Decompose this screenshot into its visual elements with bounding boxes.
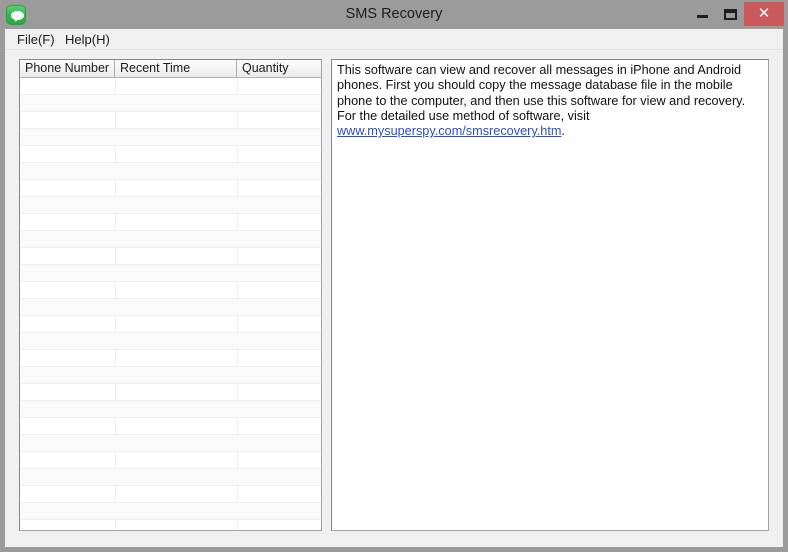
minimize-button[interactable] (688, 2, 716, 26)
client-area: File(F) Help(H) Phone Number Recent Time… (5, 29, 783, 547)
table-row[interactable] (20, 231, 321, 248)
minimize-icon (697, 15, 708, 18)
table-row[interactable] (20, 265, 321, 282)
table-row[interactable] (20, 78, 321, 95)
column-header-quantity[interactable]: Quantity (237, 60, 321, 77)
table-row[interactable] (20, 95, 321, 112)
info-panel: This software can view and recover all m… (331, 59, 769, 531)
table-row[interactable] (20, 418, 321, 435)
window-title: SMS Recovery (345, 6, 443, 22)
title-bar: SMS Recovery ✕ (0, 0, 788, 29)
table-row[interactable] (20, 316, 321, 333)
column-header-recent-time[interactable]: Recent Time (115, 60, 237, 77)
info-text-after-link: . (561, 124, 565, 139)
table-row[interactable] (20, 299, 321, 316)
list-header-row: Phone Number Recent Time Quantity (20, 60, 321, 78)
info-text-before-link: This software can view and recover all m… (337, 63, 746, 123)
table-row[interactable] (20, 163, 321, 180)
column-header-phone-number[interactable]: Phone Number (20, 60, 115, 77)
table-row[interactable] (20, 214, 321, 231)
table-row[interactable] (20, 486, 321, 503)
menu-bar: File(F) Help(H) (5, 29, 783, 50)
table-row[interactable] (20, 197, 321, 214)
table-row[interactable] (20, 469, 321, 486)
table-row[interactable] (20, 248, 321, 265)
menu-item-file[interactable]: File(F) (11, 31, 61, 48)
table-row[interactable] (20, 384, 321, 401)
table-row[interactable] (20, 282, 321, 299)
table-row[interactable] (20, 520, 321, 530)
maximize-button[interactable] (716, 2, 744, 26)
message-list-body[interactable] (20, 78, 321, 530)
table-row[interactable] (20, 452, 321, 469)
table-row[interactable] (20, 350, 321, 367)
table-row[interactable] (20, 129, 321, 146)
maximize-icon (724, 9, 737, 20)
table-row[interactable] (20, 333, 321, 350)
table-row[interactable] (20, 146, 321, 163)
product-website-link[interactable]: www.mysuperspy.com/smsrecovery.htm (337, 124, 561, 138)
application-window: SMS Recovery ✕ File(F) Help(H) Phone Num… (0, 0, 788, 552)
close-icon: ✕ (757, 5, 771, 22)
message-list-panel[interactable]: Phone Number Recent Time Quantity (19, 59, 322, 531)
table-row[interactable] (20, 367, 321, 384)
table-row[interactable] (20, 112, 321, 129)
table-row[interactable] (20, 401, 321, 418)
menu-item-help[interactable]: Help(H) (59, 31, 116, 48)
table-row[interactable] (20, 503, 321, 520)
info-description: This software can view and recover all m… (337, 63, 765, 139)
table-row[interactable] (20, 180, 321, 197)
table-row[interactable] (20, 435, 321, 452)
close-button[interactable]: ✕ (744, 2, 784, 26)
